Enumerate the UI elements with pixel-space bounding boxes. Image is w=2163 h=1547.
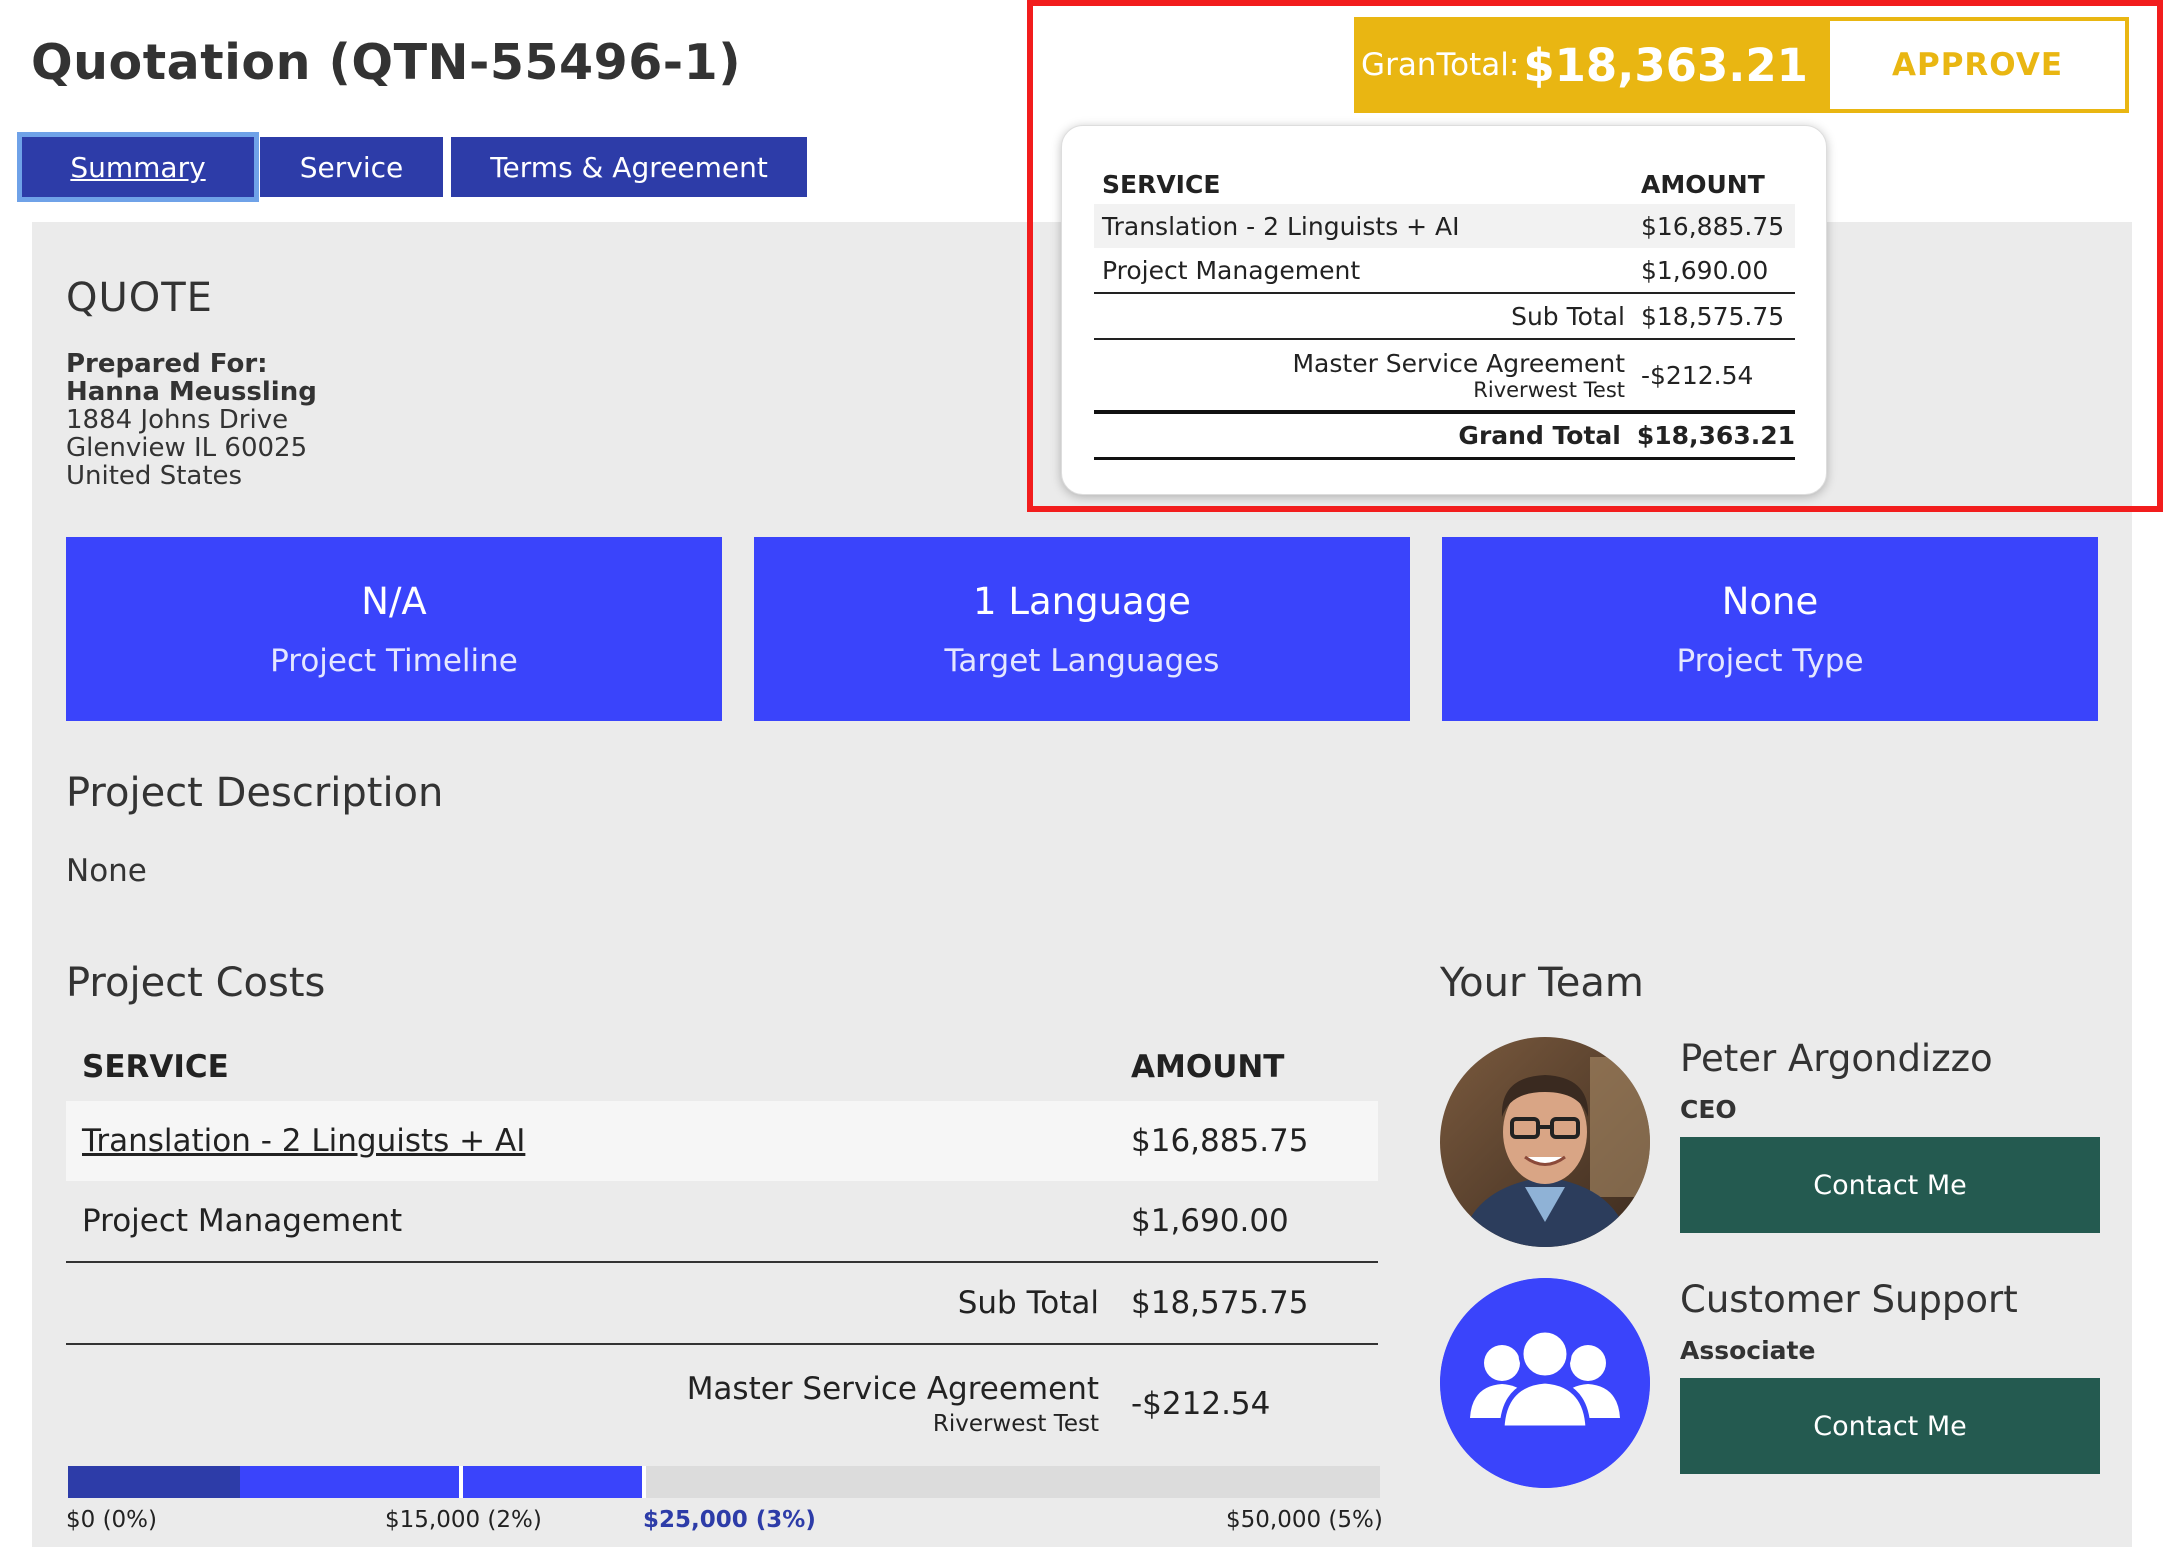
- progress-label: $15,000 (2%): [385, 1507, 542, 1533]
- project-description-heading: Project Description: [66, 770, 444, 816]
- progress-tick: [642, 1466, 646, 1498]
- amount-cell: $16,885.75: [1131, 1123, 1309, 1159]
- person-photo-icon: [1440, 1037, 1650, 1247]
- grand-total-summary[interactable]: GranTotal: $18,363.21: [1354, 17, 1826, 113]
- amount-cell: $16,885.75: [1641, 211, 1785, 241]
- service-link[interactable]: Translation - 2 Linguists + AI: [82, 1123, 525, 1159]
- client-name: Hanna Meussling: [66, 377, 317, 407]
- spend-progress-bar: [68, 1466, 1380, 1498]
- stat-label: Project Timeline: [270, 642, 518, 679]
- stat-card-project-type: None Project Type: [1442, 537, 2098, 721]
- member-role: CEO: [1680, 1095, 1737, 1124]
- subtotal-amount: $18,575.75: [1131, 1285, 1309, 1321]
- table-row: Project Management $1,690.00: [1094, 248, 1795, 292]
- address-line-2: Glenview IL 60025: [66, 433, 308, 463]
- subtotal-row: Sub Total $18,575.75: [1094, 292, 1795, 338]
- stat-label: Target Languages: [944, 642, 1220, 679]
- address-line-1: 1884 Johns Drive: [66, 405, 289, 435]
- discount-amount: -$212.54: [1131, 1386, 1271, 1422]
- table-row: Translation - 2 Linguists + AI $16,885.7…: [1094, 204, 1795, 248]
- grand-total-row-amount: $18,363.21: [1636, 421, 1795, 450]
- avatar: [1440, 1278, 1650, 1488]
- table-header: SERVICE AMOUNT: [66, 1033, 1378, 1101]
- subtotal-amount: $18,575.75: [1641, 301, 1785, 331]
- service-cell: Translation - 2 Linguists + AI: [1102, 211, 1460, 241]
- table-row: Translation - 2 Linguists + AI $16,885.7…: [66, 1101, 1378, 1181]
- stat-value: 1 Language: [973, 579, 1191, 623]
- contact-me-button[interactable]: Contact Me: [1680, 1137, 2100, 1233]
- service-cell: Project Management: [82, 1203, 403, 1239]
- table-header: SERVICE AMOUNT: [1094, 164, 1795, 204]
- column-header-amount: AMOUNT: [1131, 1049, 1285, 1085]
- tab-terms-agreement[interactable]: Terms & Agreement: [451, 137, 807, 197]
- approve-button[interactable]: APPROVE: [1826, 17, 2129, 113]
- column-header-service: SERVICE: [82, 1049, 229, 1085]
- quote-heading: QUOTE: [66, 275, 213, 321]
- project-costs-heading: Project Costs: [66, 960, 326, 1006]
- grand-total-row-label: Grand Total: [1458, 421, 1621, 450]
- popup-cost-table: SERVICE AMOUNT Translation - 2 Linguists…: [1094, 164, 1795, 460]
- stat-card-timeline: N/A Project Timeline: [66, 537, 722, 721]
- progress-label: $0 (0%): [66, 1507, 158, 1533]
- subtotal-label: Sub Total: [1511, 301, 1625, 331]
- avatar: [1440, 1037, 1650, 1247]
- grand-total-banner: GranTotal: $18,363.21 APPROVE: [1354, 17, 2129, 113]
- progress-label: $50,000 (5%): [1226, 1507, 1383, 1533]
- column-header-amount: AMOUNT: [1641, 169, 1765, 199]
- discount-label: Master Service Agreement: [686, 1371, 1099, 1407]
- discount-row: Master Service Agreement Riverwest Test …: [66, 1343, 1378, 1463]
- stat-cards: N/A Project Timeline 1 Language Target L…: [66, 537, 2098, 721]
- grand-total-label: GranTotal:: [1361, 47, 1520, 83]
- stat-value: None: [1721, 579, 1819, 623]
- column-header-service: SERVICE: [1102, 169, 1221, 199]
- tab-summary[interactable]: Summary: [17, 132, 259, 202]
- page-title: Quotation (QTN-55496-1): [31, 34, 742, 91]
- member-name: Customer Support: [1680, 1278, 2018, 1321]
- grand-total-amount: $18,363.21: [1523, 38, 1808, 92]
- stat-card-languages: 1 Language Target Languages: [754, 537, 1410, 721]
- service-cell: Project Management: [1102, 255, 1361, 285]
- cost-summary-popup: SERVICE AMOUNT Translation - 2 Linguists…: [1061, 125, 1827, 495]
- tab-bar: Summary Service Terms & Agreement: [17, 132, 807, 202]
- subtotal-label: Sub Total: [957, 1285, 1099, 1321]
- discount-label: Master Service Agreement: [1292, 348, 1625, 378]
- progress-label-current: $25,000 (3%): [643, 1507, 816, 1533]
- member-role: Associate: [1680, 1336, 1816, 1365]
- stat-value: N/A: [361, 579, 427, 623]
- your-team-heading: Your Team: [1440, 960, 1644, 1006]
- discount-sublabel: Riverwest Test: [932, 1411, 1099, 1437]
- group-icon: [1440, 1278, 1650, 1488]
- discount-amount: -$212.54: [1641, 360, 1754, 390]
- progress-fill-bright: [240, 1466, 642, 1498]
- project-description-text: None: [66, 853, 147, 889]
- table-row: Project Management $1,690.00: [66, 1181, 1378, 1261]
- amount-cell: $1,690.00: [1641, 255, 1769, 285]
- contact-me-button[interactable]: Contact Me: [1680, 1378, 2100, 1474]
- stat-label: Project Type: [1676, 642, 1864, 679]
- prepared-for-block: Prepared For: Hanna Meussling 1884 Johns…: [66, 350, 317, 490]
- address-country: United States: [66, 461, 243, 491]
- project-costs-table: SERVICE AMOUNT Translation - 2 Linguists…: [66, 1033, 1378, 1463]
- grand-total-row: Grand Total $18,363.21: [1094, 410, 1795, 460]
- progress-labels: $0 (0%) $15,000 (2%) $25,000 (3%) $50,00…: [66, 1507, 1383, 1537]
- prepared-for-label: Prepared For:: [66, 349, 268, 379]
- tab-service[interactable]: Service: [260, 137, 443, 197]
- subtotal-row: Sub Total $18,575.75: [66, 1261, 1378, 1343]
- discount-row: Master Service Agreement Riverwest Test …: [1094, 338, 1795, 410]
- progress-fill-dark: [68, 1466, 240, 1498]
- member-name: Peter Argondizzo: [1680, 1037, 1993, 1080]
- progress-tick: [459, 1466, 463, 1498]
- amount-cell: $1,690.00: [1131, 1203, 1289, 1239]
- discount-sublabel: Riverwest Test: [1473, 377, 1625, 402]
